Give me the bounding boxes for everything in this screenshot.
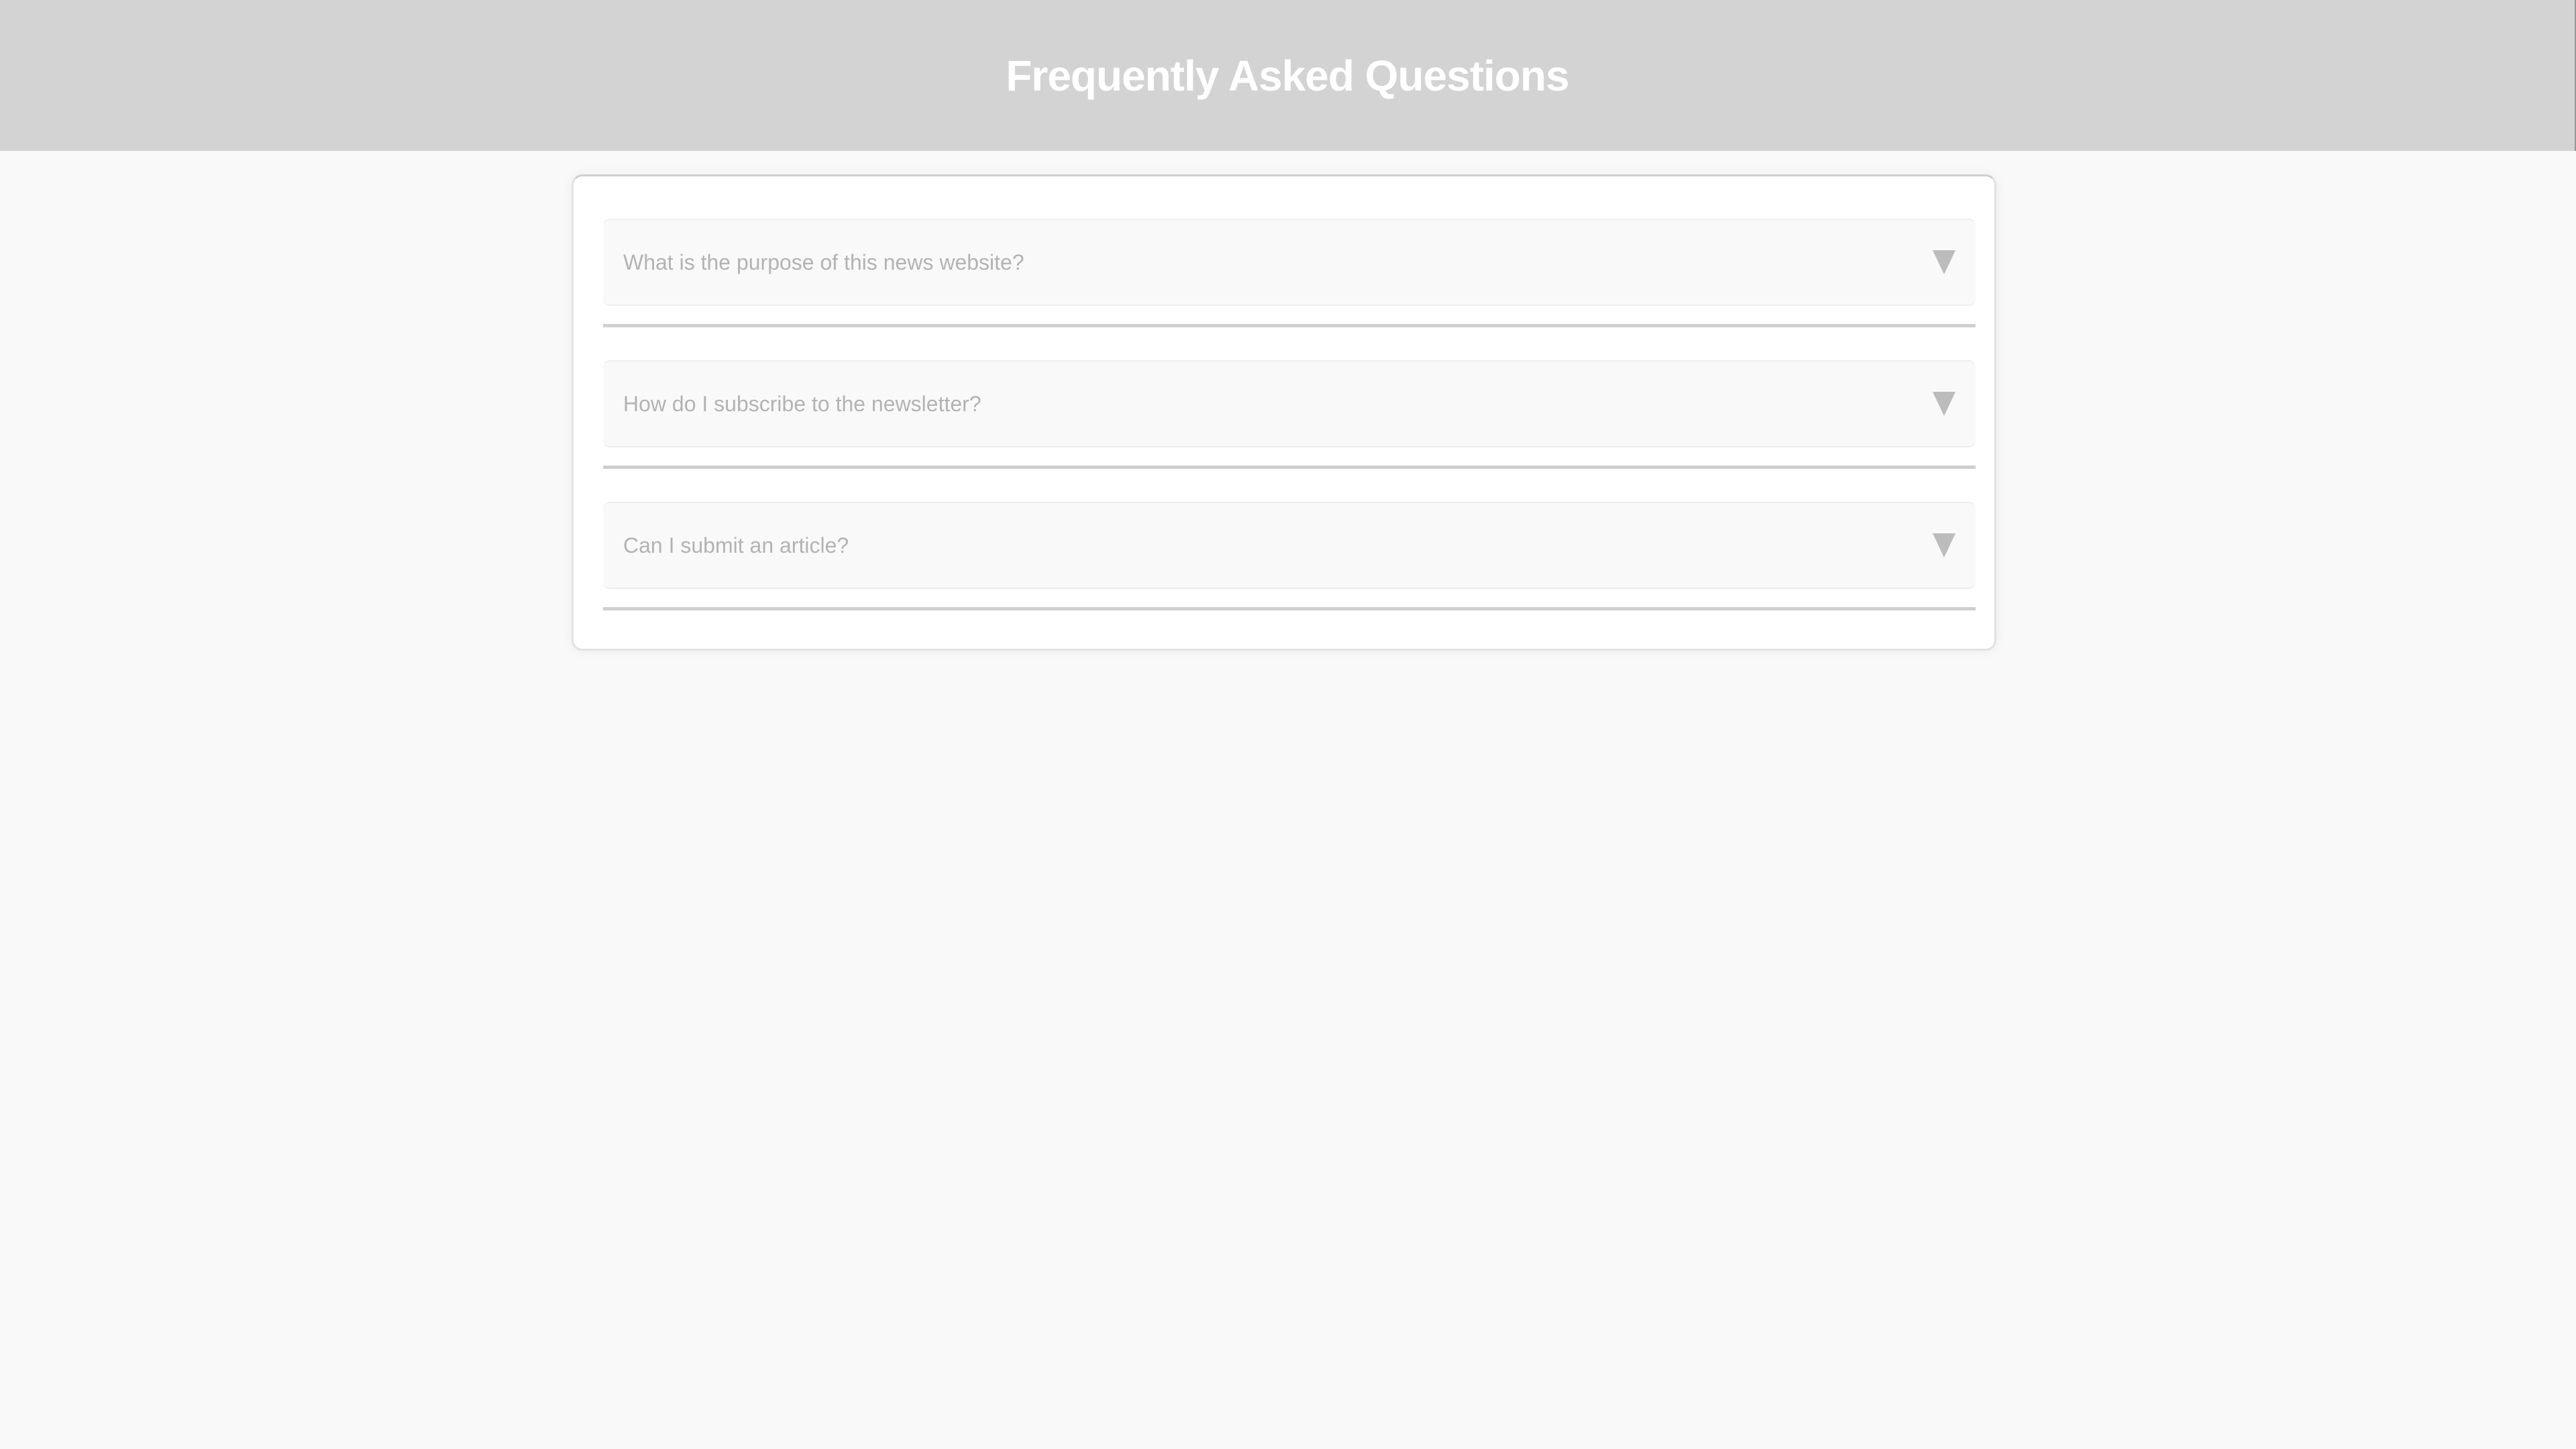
divider (603, 466, 1976, 469)
divider (603, 324, 1976, 327)
caret-down-icon[interactable] (1933, 250, 1955, 274)
caret-down-icon[interactable] (1933, 533, 1955, 557)
faq-question-toggle[interactable]: How do I subscribe to the newsletter? (603, 360, 1976, 447)
faq-item: How do I subscribe to the newsletter? (603, 360, 1976, 469)
faq-question: Can I submit an article? (623, 533, 849, 557)
caret-down-icon[interactable] (1933, 392, 1955, 416)
faq-question-toggle[interactable]: What is the purpose of this news website… (603, 219, 1976, 306)
faq-item: What is the purpose of this news website… (603, 219, 1976, 327)
faq-question-toggle[interactable]: Can I submit an article? (603, 502, 1976, 589)
faq-question: What is the purpose of this news website… (623, 250, 1024, 274)
faq-question: How do I subscribe to the newsletter? (623, 391, 981, 416)
divider (603, 607, 1976, 610)
faq-item: Can I submit an article? (603, 502, 1976, 610)
faq-container: What is the purpose of this news website… (572, 174, 1996, 651)
page-header: Frequently Asked Questions (0, 0, 2576, 151)
page-title: Frequently Asked Questions (1006, 51, 1569, 100)
